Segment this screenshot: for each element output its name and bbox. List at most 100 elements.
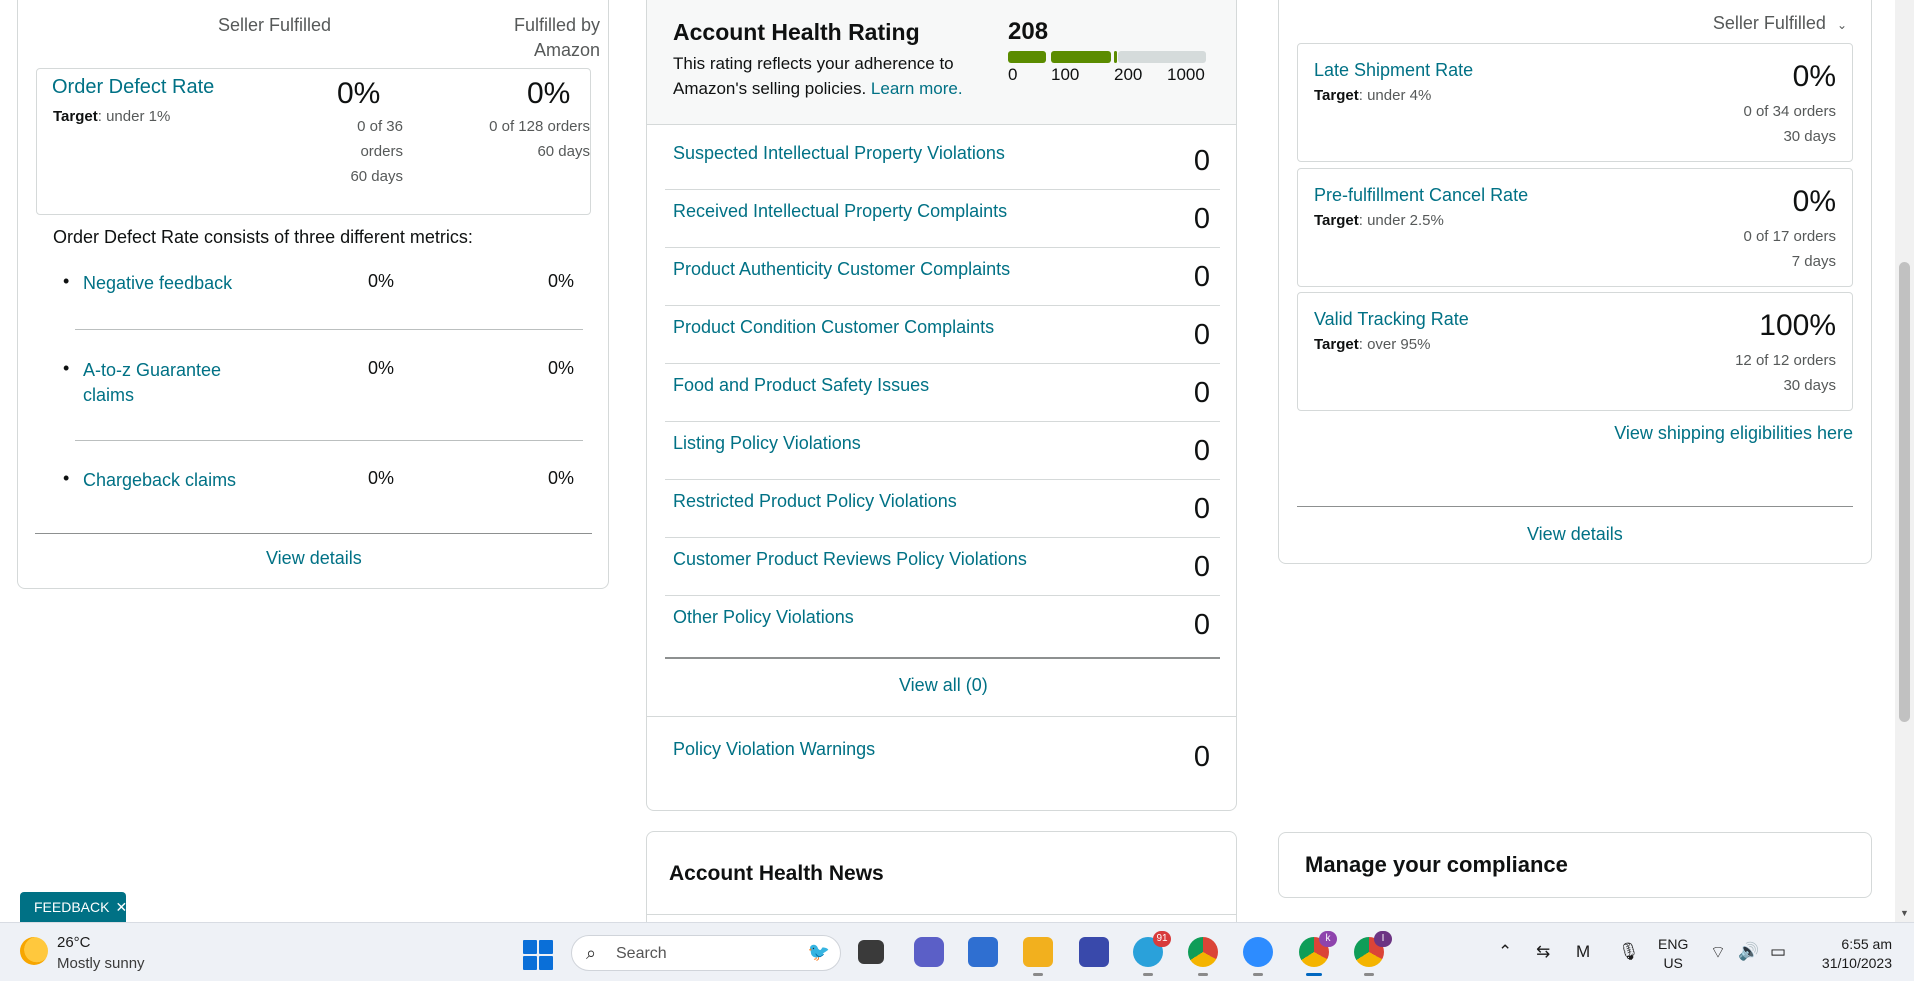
scroll-down-arrow-icon[interactable]: ▼ xyxy=(1900,908,1909,918)
shipping-eligibilities-link[interactable]: View shipping eligibilities here xyxy=(1614,423,1853,444)
weather-sun-icon[interactable] xyxy=(20,937,48,965)
weather-temp[interactable]: 26°C xyxy=(57,934,91,951)
app-m-icon[interactable] xyxy=(1079,937,1109,967)
ahr-score-bar xyxy=(1008,51,1206,63)
scrollbar-thumb[interactable] xyxy=(1899,262,1910,722)
ahr-tick-0: 0 xyxy=(1008,65,1018,84)
target-label: Target xyxy=(1314,336,1359,353)
ahr-bar-marker xyxy=(1114,51,1117,63)
violation-row[interactable]: Listing Policy Violations 0 xyxy=(665,422,1220,480)
shipping-view-details-link[interactable]: View details xyxy=(1527,524,1623,545)
meta-orders: 12 of 12 orders xyxy=(1735,352,1836,369)
violation-count: 0 xyxy=(1193,551,1210,583)
tray-m-icon[interactable]: M xyxy=(1576,942,1590,962)
violation-row[interactable]: Product Authenticity Customer Complaints… xyxy=(665,248,1220,306)
view-all-violations-link[interactable]: View all (0) xyxy=(899,675,988,696)
microphone-icon[interactable]: 🎙 xyxy=(1618,942,1640,962)
tray-overflow-chevron-icon[interactable]: ⌃ xyxy=(1498,942,1512,962)
violation-row[interactable]: Customer Product Reviews Policy Violatio… xyxy=(665,538,1220,596)
odr-consists-text: Order Defect Rate consists of three diff… xyxy=(53,227,473,247)
battery-icon[interactable]: ▭ xyxy=(1770,942,1786,962)
fulfillment-dropdown[interactable]: Seller Fulfilled ⌄ xyxy=(1713,13,1847,34)
page-scrollbar[interactable]: ▼ xyxy=(1895,0,1914,922)
violation-label[interactable]: Food and Product Safety Issues xyxy=(673,375,929,396)
lang-line1: ENG xyxy=(1658,936,1689,952)
cancel-rate-target: Target: under 2.5% xyxy=(1314,212,1444,229)
late-shipment-box: Late Shipment Rate Target: under 4% 0% 0… xyxy=(1297,43,1853,162)
teams-chat-icon[interactable] xyxy=(914,937,944,967)
microsoft-store-icon[interactable] xyxy=(968,937,998,967)
cancel-rate-link[interactable]: Pre-fulfillment Cancel Rate xyxy=(1314,185,1528,206)
violation-count: 0 xyxy=(1193,377,1210,409)
valid-tracking-link[interactable]: Valid Tracking Rate xyxy=(1314,309,1469,330)
target-value: : under 2.5% xyxy=(1358,212,1444,229)
col-header-amazon-line1: Fulfilled by xyxy=(513,15,600,35)
violation-row[interactable]: Received Intellectual Property Complaint… xyxy=(665,190,1220,248)
odr-seller-meta: 0 of 36 orders 60 days xyxy=(318,114,403,189)
running-indicator xyxy=(1143,973,1153,976)
atoz-claims-link[interactable]: A-to-z Guarantee claims xyxy=(83,358,221,408)
windows-start-icon[interactable] xyxy=(523,940,553,970)
ahr-desc-line2: Amazon's selling policies. xyxy=(673,79,867,98)
zoom-icon[interactable] xyxy=(1243,937,1273,976)
cancel-rate-box: Pre-fulfillment Cancel Rate Target: unde… xyxy=(1297,168,1853,287)
chrome-profile-i-icon[interactable]: I xyxy=(1354,931,1392,976)
violation-label[interactable]: Customer Product Reviews Policy Violatio… xyxy=(673,549,1027,570)
violation-label[interactable]: Product Authenticity Customer Complaints xyxy=(673,259,1010,280)
language-indicator[interactable]: ENG US xyxy=(1658,935,1688,973)
odr-target: Target: under 1% xyxy=(53,108,170,125)
odr-view-details-link[interactable]: View details xyxy=(266,548,362,569)
feedback-button[interactable]: FEEDBACK ✕ xyxy=(20,892,127,922)
late-shipment-link[interactable]: Late Shipment Rate xyxy=(1314,60,1473,81)
policy-warnings-row[interactable]: Policy Violation Warnings 0 xyxy=(665,728,1220,786)
chrome-profile-k-icon[interactable]: k xyxy=(1299,931,1337,976)
tray-app-icon[interactable]: ⇆ xyxy=(1536,942,1550,962)
late-shipment-meta: 0 of 34 orders 30 days xyxy=(1743,99,1836,149)
chargeback-claims-link[interactable]: Chargeback claims xyxy=(83,468,236,493)
chrome-icon[interactable] xyxy=(1188,937,1218,976)
violation-count: 0 xyxy=(1193,609,1210,641)
target-label: Target xyxy=(1314,87,1359,104)
ahr-tick-1000: 1000 xyxy=(1167,65,1205,84)
violation-row[interactable]: Restricted Product Policy Violations 0 xyxy=(665,480,1220,538)
wifi-icon[interactable]: ⌔ xyxy=(1710,942,1726,963)
violation-label[interactable]: Listing Policy Violations xyxy=(673,433,861,454)
violation-label[interactable]: Product Condition Customer Complaints xyxy=(673,317,994,338)
close-icon[interactable]: ✕ xyxy=(115,899,127,915)
running-indicator xyxy=(1253,973,1263,976)
policy-warnings-label[interactable]: Policy Violation Warnings xyxy=(673,739,875,760)
running-indicator xyxy=(1364,973,1374,976)
ahr-bar-seg-1 xyxy=(1008,51,1046,63)
search-placeholder: Search xyxy=(616,945,667,962)
fulfillment-dropdown-value: Seller Fulfilled xyxy=(1712,13,1826,33)
task-view-icon[interactable] xyxy=(858,940,884,964)
violation-row[interactable]: Food and Product Safety Issues 0 xyxy=(665,364,1220,422)
clock-time: 6:55 am xyxy=(1841,936,1892,952)
odr-link[interactable]: Order Defect Rate xyxy=(52,76,214,99)
violation-row[interactable]: Product Condition Customer Complaints 0 xyxy=(665,306,1220,364)
weather-desc[interactable]: Mostly sunny xyxy=(57,955,145,972)
valid-tracking-pct: 100% xyxy=(1759,309,1836,342)
violation-label[interactable]: Other Policy Violations xyxy=(673,607,854,628)
violation-label[interactable]: Received Intellectual Property Complaint… xyxy=(673,201,1007,222)
divider xyxy=(647,914,1236,915)
learn-more-link[interactable]: Learn more. xyxy=(871,79,963,98)
divider xyxy=(75,329,583,330)
taskbar-clock[interactable]: 6:55 am 31/10/2023 xyxy=(1822,935,1892,973)
violation-label[interactable]: Restricted Product Policy Violations xyxy=(673,491,957,512)
manage-compliance-card[interactable]: Manage your compliance xyxy=(1278,832,1872,898)
ahr-title: Account Health Rating xyxy=(673,19,920,45)
file-explorer-icon[interactable] xyxy=(1023,937,1053,976)
telegram-icon[interactable]: 91 xyxy=(1133,931,1171,976)
violation-row[interactable]: Other Policy Violations 0 xyxy=(665,596,1220,654)
volume-icon[interactable]: 🔊 xyxy=(1738,942,1759,962)
violation-label[interactable]: Suspected Intellectual Property Violatio… xyxy=(673,143,1005,164)
col-header-amazon: Fulfilled by Amazon xyxy=(480,13,600,63)
active-indicator xyxy=(1306,973,1322,976)
negative-feedback-link[interactable]: Negative feedback xyxy=(83,271,232,296)
news-title: Account Health News xyxy=(669,862,884,885)
col-header-seller: Seller Fulfilled xyxy=(218,15,332,35)
violation-row[interactable]: Suspected Intellectual Property Violatio… xyxy=(665,132,1220,190)
valid-tracking-target: Target: over 95% xyxy=(1314,336,1430,353)
taskbar-search[interactable]: ⌕ Search 🐦 xyxy=(571,935,841,971)
